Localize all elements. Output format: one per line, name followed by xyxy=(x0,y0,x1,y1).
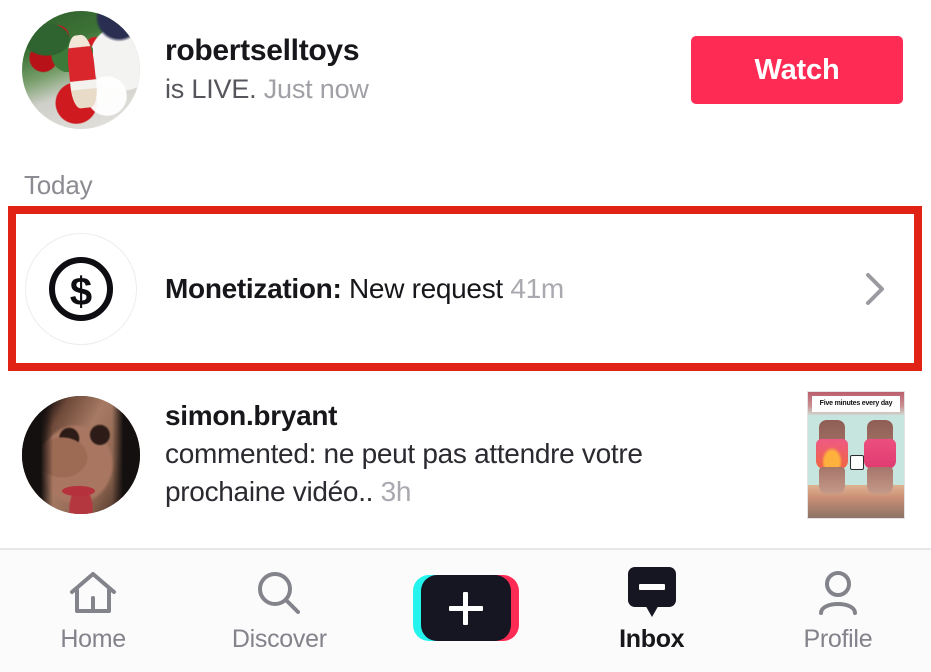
tab-inbox-label: Inbox xyxy=(619,625,685,653)
tab-inbox[interactable]: Inbox xyxy=(559,550,745,672)
chevron-right-icon[interactable] xyxy=(858,267,892,311)
inbox-bubble-icon xyxy=(627,567,676,618)
monetization-label: Monetization: xyxy=(165,272,342,304)
live-notification-row[interactable]: robertselltoys is LIVE. Just now Watch xyxy=(0,0,931,140)
dollar-coin-icon: $ xyxy=(25,232,137,345)
comment-text-block: simon.bryant commented: ne peut pas atte… xyxy=(165,398,807,512)
live-time: Just now xyxy=(263,73,369,104)
bottom-tab-bar: Home Discover Inbox Profile xyxy=(0,550,931,672)
live-text-block: robertselltoys is LIVE. Just now xyxy=(165,33,691,107)
monetization-time: 41m xyxy=(510,272,564,304)
watch-button[interactable]: Watch xyxy=(691,36,903,104)
live-status-line: is LIVE. Just now xyxy=(165,72,691,107)
tab-create[interactable] xyxy=(372,550,558,672)
thumbnail-caption: Five minutes every day xyxy=(811,395,901,413)
comment-avatar[interactable] xyxy=(22,396,140,514)
tab-profile-label: Profile xyxy=(803,625,873,653)
thumbnail-figure-right xyxy=(864,419,897,495)
comment-time: 3h xyxy=(380,476,412,508)
thumbnail-figure-left xyxy=(816,419,849,495)
tab-discover[interactable]: Discover xyxy=(186,550,372,672)
section-header-today: Today xyxy=(24,170,93,200)
christmas-santa-avatar xyxy=(22,11,140,129)
svg-text:$: $ xyxy=(70,270,92,314)
live-status: is LIVE. xyxy=(165,73,257,104)
monetization-body: New request xyxy=(341,272,511,304)
tiktok-inbox-screen: robertselltoys is LIVE. Just now Watch T… xyxy=(0,0,931,672)
tab-home[interactable]: Home xyxy=(0,550,186,672)
comment-notification-row[interactable]: simon.bryant commented: ne peut pas atte… xyxy=(0,380,931,530)
tab-home-label: Home xyxy=(60,625,126,653)
comment-video-thumbnail[interactable]: Five minutes every day xyxy=(807,391,905,519)
home-icon xyxy=(68,568,118,618)
tab-discover-label: Discover xyxy=(231,625,327,653)
comment-line-2: prochaine vidéo.. xyxy=(165,476,381,508)
tab-profile[interactable]: Profile xyxy=(745,550,931,672)
comment-body: commented: ne peut pas attendre votre pr… xyxy=(165,435,740,512)
comment-username: simon.bryant xyxy=(165,400,338,432)
live-avatar[interactable] xyxy=(22,11,140,129)
search-icon xyxy=(255,568,303,618)
pointing-hand-icon xyxy=(850,455,864,471)
live-username: robertselltoys xyxy=(165,34,360,68)
comment-line-1: commented: ne peut pas attendre votre xyxy=(165,437,643,469)
woman-portrait-avatar xyxy=(22,396,140,514)
monetization-text: Monetization: New request 41m xyxy=(165,273,858,305)
monetization-notification-row[interactable]: $ Monetization: New request 41m xyxy=(16,214,914,363)
person-icon xyxy=(814,568,862,618)
create-plus-icon[interactable] xyxy=(412,574,519,641)
